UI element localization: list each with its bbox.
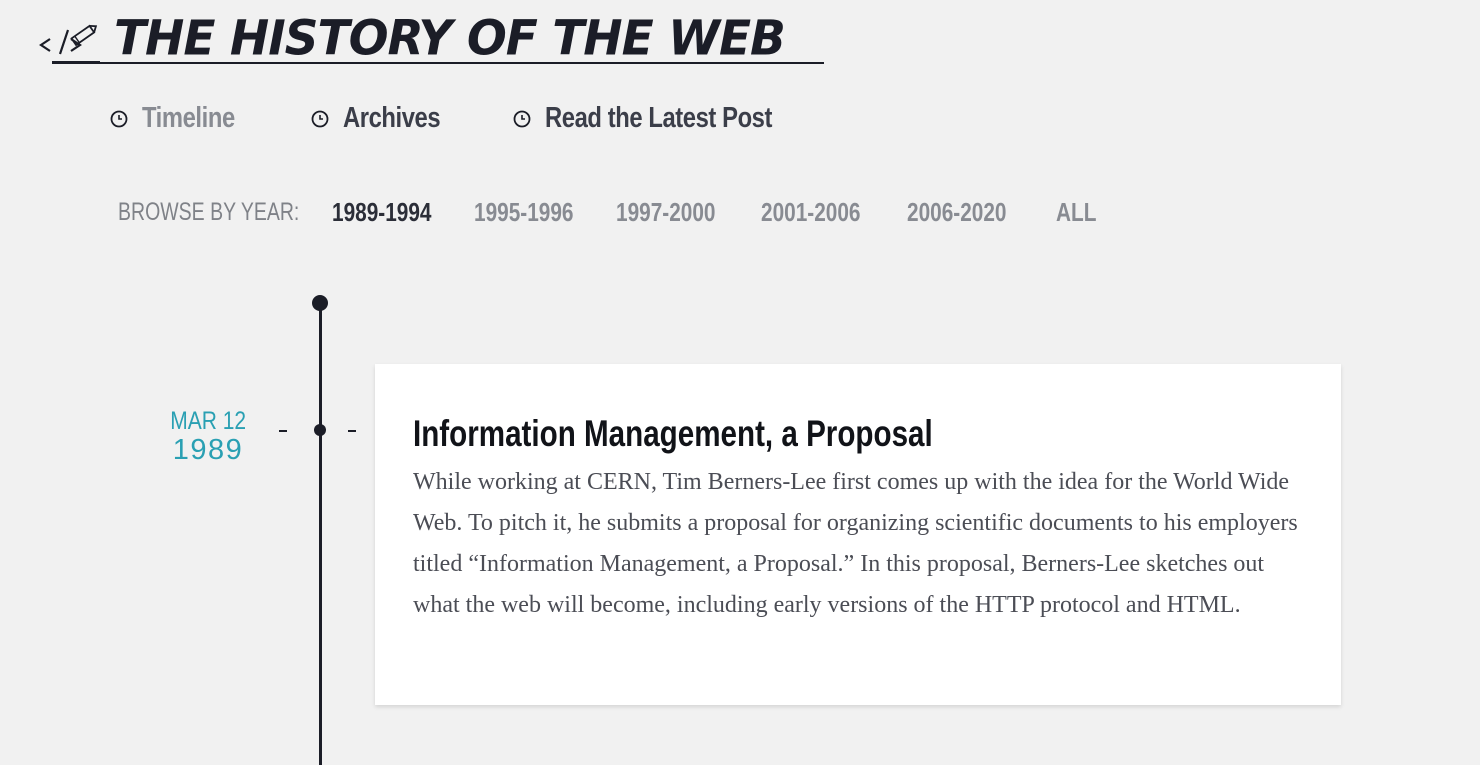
nav-item-timeline[interactable]: Timeline — [110, 102, 275, 135]
nav-item-archives[interactable]: Archives — [311, 102, 477, 135]
year-link-2006-2020[interactable]: 2006-2020 — [907, 197, 1026, 228]
nav-label-latest-post: Read the Latest Post — [545, 102, 773, 134]
timeline-tick-right — [348, 430, 356, 432]
timeline-entry-dot — [314, 424, 326, 436]
year-link-1995-1996[interactable]: 1995-1996 — [474, 197, 588, 228]
nav-label-archives: Archives — [343, 102, 441, 134]
timeline-entry-card: Information Management, a Proposal While… — [375, 364, 1341, 705]
year-link-1997-2000[interactable]: 1997-2000 — [616, 197, 732, 228]
browse-by-year-label: BROWSE BY YEAR: — [118, 197, 300, 226]
nav-label-timeline: Timeline — [142, 102, 235, 134]
clock-bullet-icon — [513, 110, 531, 127]
site-title: THE HISTORY OF THE WEB — [114, 10, 786, 67]
year-link-1989-1994[interactable]: 1989-1994 — [332, 197, 446, 228]
year-filter: BROWSE BY YEAR: 1989-1994 1995-1996 1997… — [118, 196, 1116, 228]
logo-underline — [52, 62, 824, 64]
timeline-start-dot — [312, 295, 328, 311]
entry-date-year: 1989 — [172, 434, 244, 466]
timeline-line — [318, 303, 322, 765]
year-link-all[interactable]: ALL — [1056, 197, 1104, 228]
code-pencil-icon — [39, 24, 100, 63]
entry-title[interactable]: Information Management, a Proposal — [413, 412, 933, 456]
year-link-2001-2006[interactable]: 2001-2006 — [761, 197, 878, 228]
timeline-tick-left — [279, 430, 287, 432]
main-nav: Timeline Archives Read the Latest Post — [110, 102, 849, 135]
nav-item-latest-post[interactable]: Read the Latest Post — [513, 102, 813, 135]
entry-body: While working at CERN, Tim Berners-Lee f… — [413, 469, 1298, 618]
clock-bullet-icon — [110, 110, 128, 127]
clock-bullet-icon — [311, 110, 329, 127]
entry-date: MAR 12 1989 — [150, 405, 266, 465]
entry-date-month-day: MAR 12 — [170, 407, 246, 435]
site-logo[interactable]: THE HISTORY OF THE WEB — [38, 10, 786, 67]
